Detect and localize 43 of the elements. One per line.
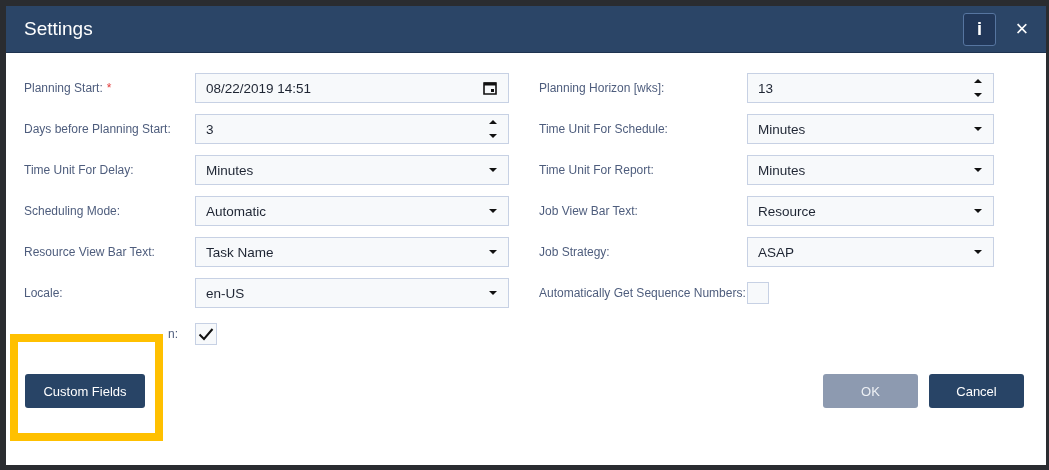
field-label: Job View Bar Text: [539, 204, 638, 218]
field-label: Scheduling Mode: [24, 204, 121, 218]
field-label: Time Unit For Delay: [24, 163, 134, 177]
required-mark: * [106, 81, 112, 95]
field-label: Locale: [24, 286, 63, 300]
dropdown[interactable]: Minutes [195, 155, 509, 185]
checkbox[interactable] [195, 323, 217, 345]
caret-icon[interactable] [973, 167, 983, 173]
field-label: n: [168, 327, 178, 341]
close-button[interactable]: × [1012, 16, 1032, 42]
caret-icon[interactable] [973, 208, 983, 214]
caret-icon[interactable] [488, 208, 498, 214]
calendar-icon[interactable] [482, 80, 498, 96]
date-field[interactable]: 08/22/2019 14:51 [195, 73, 509, 103]
dropdown[interactable]: ASAP [747, 237, 994, 267]
spinner-icon[interactable] [973, 77, 983, 99]
cancel-button[interactable]: Cancel [929, 374, 1024, 408]
window-title: Settings [24, 18, 94, 40]
dropdown[interactable]: Minutes [747, 155, 994, 185]
field-label: Automatically Get Sequence Numbers: [539, 286, 746, 300]
caret-icon[interactable] [488, 167, 498, 173]
caret-icon[interactable] [973, 249, 983, 255]
field-label: Planning Start: [24, 81, 103, 95]
spinner-icon[interactable] [488, 118, 498, 140]
field-label: Time Unit For Report: [539, 163, 654, 177]
dropdown[interactable]: Task Name [195, 237, 509, 267]
dropdown[interactable]: Resource [747, 196, 994, 226]
dropdown[interactable]: Minutes [747, 114, 994, 144]
dropdown[interactable]: en-US [195, 278, 509, 308]
field-label: Days before Planning Start: [24, 122, 171, 136]
number-field[interactable]: 13 [747, 73, 994, 103]
checkbox[interactable] [747, 282, 769, 304]
caret-icon[interactable] [488, 249, 498, 255]
field-label: Resource View Bar Text: [24, 245, 155, 259]
caret-icon[interactable] [488, 290, 498, 296]
number-field[interactable]: 3 [195, 114, 509, 144]
caret-icon[interactable] [973, 126, 983, 132]
info-button[interactable]: i [963, 12, 996, 46]
field-label: Time Unit For Schedule: [539, 122, 668, 136]
dropdown[interactable]: Automatic [195, 196, 509, 226]
field-label: Planning Horizon [wks]: [539, 81, 665, 95]
custom-fields-button[interactable]: Custom Fields [25, 374, 145, 408]
field-label: Job Strategy: [539, 245, 610, 259]
